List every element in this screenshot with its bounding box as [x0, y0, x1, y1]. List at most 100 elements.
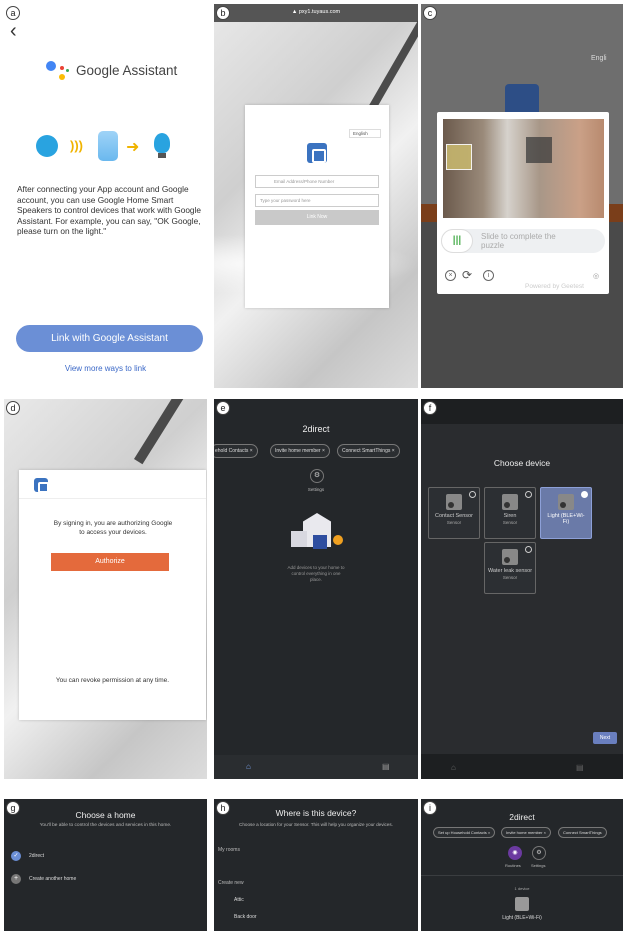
chip-household-contacts[interactable]: Set up Household Contacts × — [433, 827, 496, 838]
brand-title: Google Assistant — [76, 63, 178, 78]
home-nav-icon[interactable]: ⌂ — [246, 762, 251, 771]
panel-label-f: f — [423, 401, 437, 415]
chip-invite-member[interactable]: Invite home member × — [270, 444, 330, 458]
url-text: ▲ pxy1.tuyaus.com — [291, 9, 341, 15]
settings-icon[interactable]: ⚙ — [532, 846, 546, 860]
auth-card: By signing in, you are authorizing Googl… — [19, 470, 206, 720]
illustration: ))) ➜ — [36, 129, 186, 169]
water-leak-sensor-icon — [502, 549, 518, 565]
room-option-back-door[interactable]: Back door — [234, 914, 257, 920]
device-name: Light (BLE+Wi-Fi) — [502, 915, 542, 921]
panel-label-b: b — [216, 6, 230, 20]
panel-label-a: a — [6, 6, 20, 20]
home-title: 2direct — [302, 424, 330, 434]
panel-i: i 2direct Set up Household Contacts × In… — [421, 799, 623, 931]
revoke-text: You can revoke permission at any time. — [55, 677, 170, 684]
panel-c: c Engli ||| Slide to complete the puzzle… — [421, 4, 623, 388]
chip-connect-smartthings[interactable]: Connect SmartThings × — [337, 444, 400, 458]
slider-text: Slide to complete the puzzle — [481, 232, 556, 250]
auth-text: By signing in, you are authorizing Googl… — [53, 520, 173, 536]
chip-invite-member[interactable]: Invite home member × — [501, 827, 551, 838]
settings-label: Settings — [307, 487, 325, 492]
description-text: After connecting your App account and Go… — [17, 184, 202, 236]
empty-home-illustration — [291, 507, 347, 555]
location-subtitle: Choose a location for your Sensor. This … — [239, 822, 393, 827]
panel-e: e 2direct ehold Contacts × Invite home m… — [214, 399, 418, 779]
chip-household-contacts[interactable]: ehold Contacts × — [214, 444, 258, 458]
light-bulb-icon — [154, 133, 170, 153]
selected-check-icon[interactable]: ✓ — [11, 851, 21, 861]
puzzle-slot — [526, 137, 552, 163]
panel-d: d By signing in, you are authorizing Goo… — [4, 399, 207, 779]
puzzle-piece — [446, 144, 472, 170]
siren-icon — [502, 494, 518, 510]
choose-home-subtitle: You'll be able to control the devices an… — [39, 823, 172, 828]
device-count: 1 device — [514, 886, 530, 891]
puzzle-image — [443, 119, 604, 218]
choose-device-sheet: Choose device Contact Sensor Sensor Siren… — [421, 424, 623, 754]
my-rooms-label: My rooms — [218, 847, 240, 853]
close-icon[interactable]: × — [445, 270, 456, 281]
panel-label-i: i — [423, 801, 437, 815]
menu-nav-icon[interactable]: ▤ — [382, 762, 390, 771]
home-option[interactable]: 2direct — [29, 853, 44, 859]
language-select[interactable]: Engli — [591, 55, 607, 62]
panel-label-h: h — [216, 801, 230, 815]
authorize-button[interactable]: Authorize — [51, 553, 169, 571]
google-assistant-logo — [44, 58, 72, 84]
panel-h: h Where is this device? Choose a locatio… — [214, 799, 418, 931]
slider-track[interactable]: ||| Slide to complete the puzzle — [441, 229, 605, 253]
link-google-button[interactable]: Link with Google Assistant — [16, 325, 203, 352]
menu-nav-icon[interactable]: ▤ — [576, 763, 584, 772]
routines-label: Routines — [505, 863, 521, 868]
light-device-icon[interactable] — [515, 897, 529, 911]
slider-handle[interactable]: ||| — [441, 229, 473, 253]
routines-icon[interactable]: ◉ — [508, 846, 522, 860]
tile-siren[interactable]: Siren Sensor — [484, 487, 536, 539]
refresh-icon[interactable]: ⟳ — [462, 268, 472, 282]
email-field[interactable]: Email Address/Phone Number — [255, 175, 379, 188]
back-icon[interactable]: ‹ — [10, 20, 17, 43]
powered-by-text: Powered by Geetest — [525, 283, 584, 290]
view-more-link[interactable]: View more ways to link — [4, 364, 207, 373]
panel-label-d: d — [6, 401, 20, 415]
location-title: Where is this device? — [275, 808, 357, 818]
choose-device-title: Choose device — [493, 458, 551, 468]
panel-b: b ▲ pxy1.tuyaus.com English Email Addres… — [214, 4, 418, 388]
create-new-label: Create new — [218, 880, 244, 886]
panel-f: f Choose device Contact Sensor Sensor Sir… — [421, 399, 623, 779]
feedback-icon[interactable]: ◎ — [593, 272, 599, 280]
captcha-dialog: ||| Slide to complete the puzzle × ⟳ i ◎… — [437, 112, 609, 294]
contact-sensor-icon — [446, 494, 462, 510]
sound-waves-icon: ))) — [70, 138, 83, 153]
room-option-attic[interactable]: Attic — [234, 897, 244, 903]
login-button[interactable]: Link Now — [255, 210, 379, 225]
next-button[interactable]: Next — [593, 732, 617, 744]
light-icon — [558, 494, 574, 510]
panel-label-g: g — [6, 801, 20, 815]
settings-label: Settings — [531, 863, 546, 868]
home-nav-icon[interactable]: ⌂ — [451, 763, 456, 772]
panel-label-c: c — [423, 6, 437, 20]
chip-connect-smartthings[interactable]: Connect SmartThings — [558, 827, 607, 838]
home-title: 2direct — [509, 812, 535, 822]
password-field[interactable]: Type your password here — [255, 194, 379, 207]
panel-label-e: e — [216, 401, 230, 415]
chat-bubble-icon — [36, 135, 58, 157]
tile-contact-sensor[interactable]: Contact Sensor Sensor — [428, 487, 480, 539]
info-icon[interactable]: i — [483, 270, 494, 281]
login-card: English Email Address/Phone Number Type … — [245, 105, 389, 308]
language-select[interactable]: English — [349, 129, 381, 138]
add-home-icon[interactable]: + — [11, 874, 21, 884]
panel-g: g Choose a home You'll be able to contro… — [4, 799, 207, 931]
choose-home-title: Choose a home — [75, 810, 136, 820]
empty-state-text: Add devices to your home to control ever… — [287, 565, 345, 582]
app-home-icon — [34, 478, 49, 493]
smart-speaker-icon — [98, 131, 118, 161]
arrow-icon: ➜ — [126, 139, 140, 156]
tile-light[interactable]: Light (BLE+Wi-Fi) — [540, 487, 592, 539]
panel-a: a ‹ Google Assistant ))) ➜ After connect… — [4, 4, 207, 388]
create-home-option[interactable]: Create another home — [29, 876, 76, 882]
tile-water-leak-sensor[interactable]: Water leak sensor Sensor — [484, 542, 536, 594]
settings-icon[interactable]: ⚙ — [310, 469, 324, 483]
